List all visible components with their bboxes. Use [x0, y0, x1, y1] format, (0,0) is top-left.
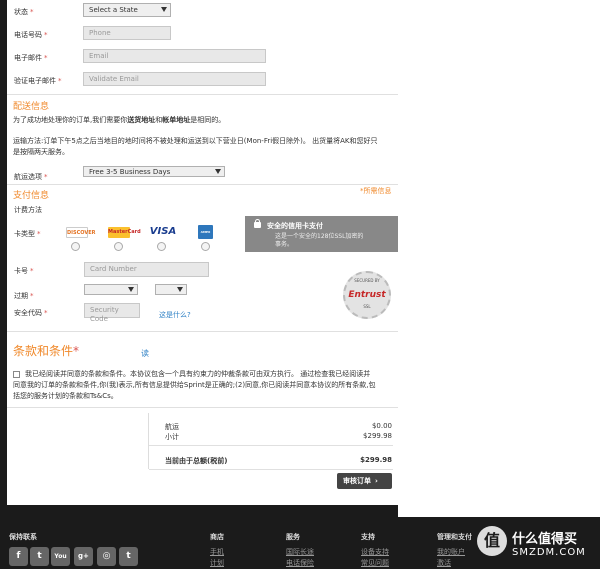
footer-manage-title: 管理和支付	[437, 533, 472, 541]
terms-line3: 括您的服务计划的条款和Ts&Cs。	[13, 392, 118, 400]
amex-card-icon: AMEX	[198, 225, 213, 239]
mastercard-card-icon: MasterCard	[108, 227, 141, 238]
watermark-url: SMZDM.COM	[512, 547, 586, 558]
expiry-year-select[interactable]	[155, 284, 187, 295]
footer-shop-title: 商店	[210, 533, 224, 541]
card-type-label: 卡类型 *	[14, 230, 41, 238]
footer-link-phones[interactable]: 手机	[210, 547, 224, 557]
shipping-cost-value: $0.00	[371, 422, 392, 430]
divider	[7, 94, 398, 95]
card-mastercard-radio[interactable]	[114, 242, 123, 251]
instagram-icon[interactable]: ◎	[97, 547, 116, 566]
terms-line2: 同意我的订单的条款和条件,你(我)表示,所有信息提供给Sprint是正确的;(2…	[13, 381, 376, 389]
verify-email-input[interactable]: Validate Email	[83, 72, 266, 86]
footer-link-plans[interactable]: 计划	[210, 558, 224, 568]
right-gutter	[398, 0, 600, 517]
secure-text-line2: 事务。	[275, 241, 294, 248]
summary-vertical-rule	[148, 413, 149, 469]
footer-link-insurance[interactable]: 电话保险	[286, 558, 314, 568]
billing-method-label: 计费方法	[14, 206, 42, 214]
required-note: *所需信息	[360, 187, 392, 195]
shipping-policy-line2: 是按隔两天服务。	[13, 148, 69, 156]
shipping-method-select[interactable]: Free 3-5 Business Days	[83, 166, 225, 177]
footer-link-activate[interactable]: 激活	[437, 558, 451, 568]
card-number-label: 卡号 *	[14, 267, 34, 275]
terms-line1: 我已经阅读并同意的条款和条件。本协议包含一个具有约束力的仲裁条款可由双方执行。 …	[25, 370, 371, 378]
chevron-right-icon: ›	[375, 477, 378, 485]
terms-checkbox[interactable]	[13, 371, 20, 378]
review-order-button[interactable]: 审核订单 ›	[337, 473, 392, 489]
chevron-down-icon	[177, 287, 183, 292]
footer-services-title: 服务	[286, 533, 300, 541]
card-discover-radio[interactable]	[71, 242, 80, 251]
state-select[interactable]: Select a State	[83, 3, 171, 17]
security-code-input[interactable]: Security Code	[84, 303, 140, 323]
terms-title: 条款和条件*	[13, 344, 80, 358]
state-label: 状态 *	[14, 8, 34, 16]
what-is-this-link[interactable]: 这是什么?	[159, 310, 191, 320]
phone-label: 电话号码 *	[14, 31, 48, 39]
discover-card-icon: DISCOVER	[66, 227, 96, 238]
footer-stay-connected-title: 保持联系	[9, 533, 37, 541]
terms-read-link[interactable]: 读	[141, 348, 149, 359]
security-code-label: 安全代码 *	[14, 309, 48, 317]
expiry-label: 过期 *	[14, 292, 34, 300]
footer-link-faq[interactable]: 常见问题	[361, 558, 389, 568]
payment-title: 支付信息	[13, 191, 50, 201]
divider	[7, 331, 398, 332]
total-value: $299.98	[360, 456, 392, 464]
footer-support-title: 支持	[361, 533, 375, 541]
divider	[149, 445, 393, 446]
expiry-month-select[interactable]	[84, 284, 138, 295]
chevron-down-icon	[215, 169, 221, 174]
divider	[7, 407, 398, 408]
entrust-seal-icon: SECURED BY Entrust SSL	[343, 271, 391, 319]
secure-title: 安全的信用卡支付	[267, 222, 323, 230]
divider	[7, 184, 398, 185]
shipping-title: 配送信息	[13, 102, 50, 112]
footer-link-international[interactable]: 国际长途	[286, 547, 314, 557]
shipping-cost-label: 航运	[165, 423, 179, 431]
total-label: 当前由于总额(税前)	[165, 457, 228, 465]
lock-shackle	[255, 219, 260, 224]
secure-payment-box: 安全的信用卡支付 这是一个安全的128位SSL加密的 事务。	[245, 216, 398, 252]
card-visa-radio[interactable]	[157, 242, 166, 251]
shipping-note: 为了成功地处理你的订单,我们需要你送货地址和帐单地址是相同的。	[13, 116, 226, 124]
phone-input[interactable]: Phone	[83, 26, 171, 40]
subtotal-label: 小计	[165, 433, 179, 441]
watermark-title: 什么值得买	[512, 532, 578, 547]
footer-link-device-support[interactable]: 设备支持	[361, 547, 389, 557]
youtube-icon[interactable]: You	[51, 547, 70, 566]
subtotal-value: $299.98	[363, 432, 392, 440]
entrust-logo-text: Entrust	[348, 290, 386, 300]
footer-link-my-account[interactable]: 我的账户	[437, 547, 465, 557]
tumblr-icon[interactable]: t	[119, 547, 138, 566]
googleplus-icon[interactable]: g+	[74, 547, 93, 566]
card-amex-radio[interactable]	[201, 242, 210, 251]
shipping-method-label: 航运选项 *	[14, 173, 48, 181]
email-label: 电子邮件 *	[14, 54, 48, 62]
watermark-badge-icon: 值	[477, 526, 507, 556]
facebook-icon[interactable]: f	[9, 547, 28, 566]
visa-card-icon: VISA	[148, 225, 178, 239]
verify-email-label: 验证电子邮件 *	[14, 77, 62, 85]
chevron-down-icon	[128, 287, 134, 292]
entrust-ssl-text: SSL	[363, 304, 371, 309]
card-number-input[interactable]: Card Number	[84, 262, 209, 277]
entrust-secured-text: SECURED BY	[354, 278, 380, 283]
twitter-icon[interactable]: t	[30, 547, 49, 566]
email-input[interactable]: Email	[83, 49, 266, 63]
divider	[149, 469, 393, 470]
chevron-down-icon	[161, 7, 167, 12]
shipping-policy-line1: 运输方法:订单下午5点之后当地目的地时间将不被处理和运送到以下营业日(Mon-F…	[13, 137, 378, 145]
